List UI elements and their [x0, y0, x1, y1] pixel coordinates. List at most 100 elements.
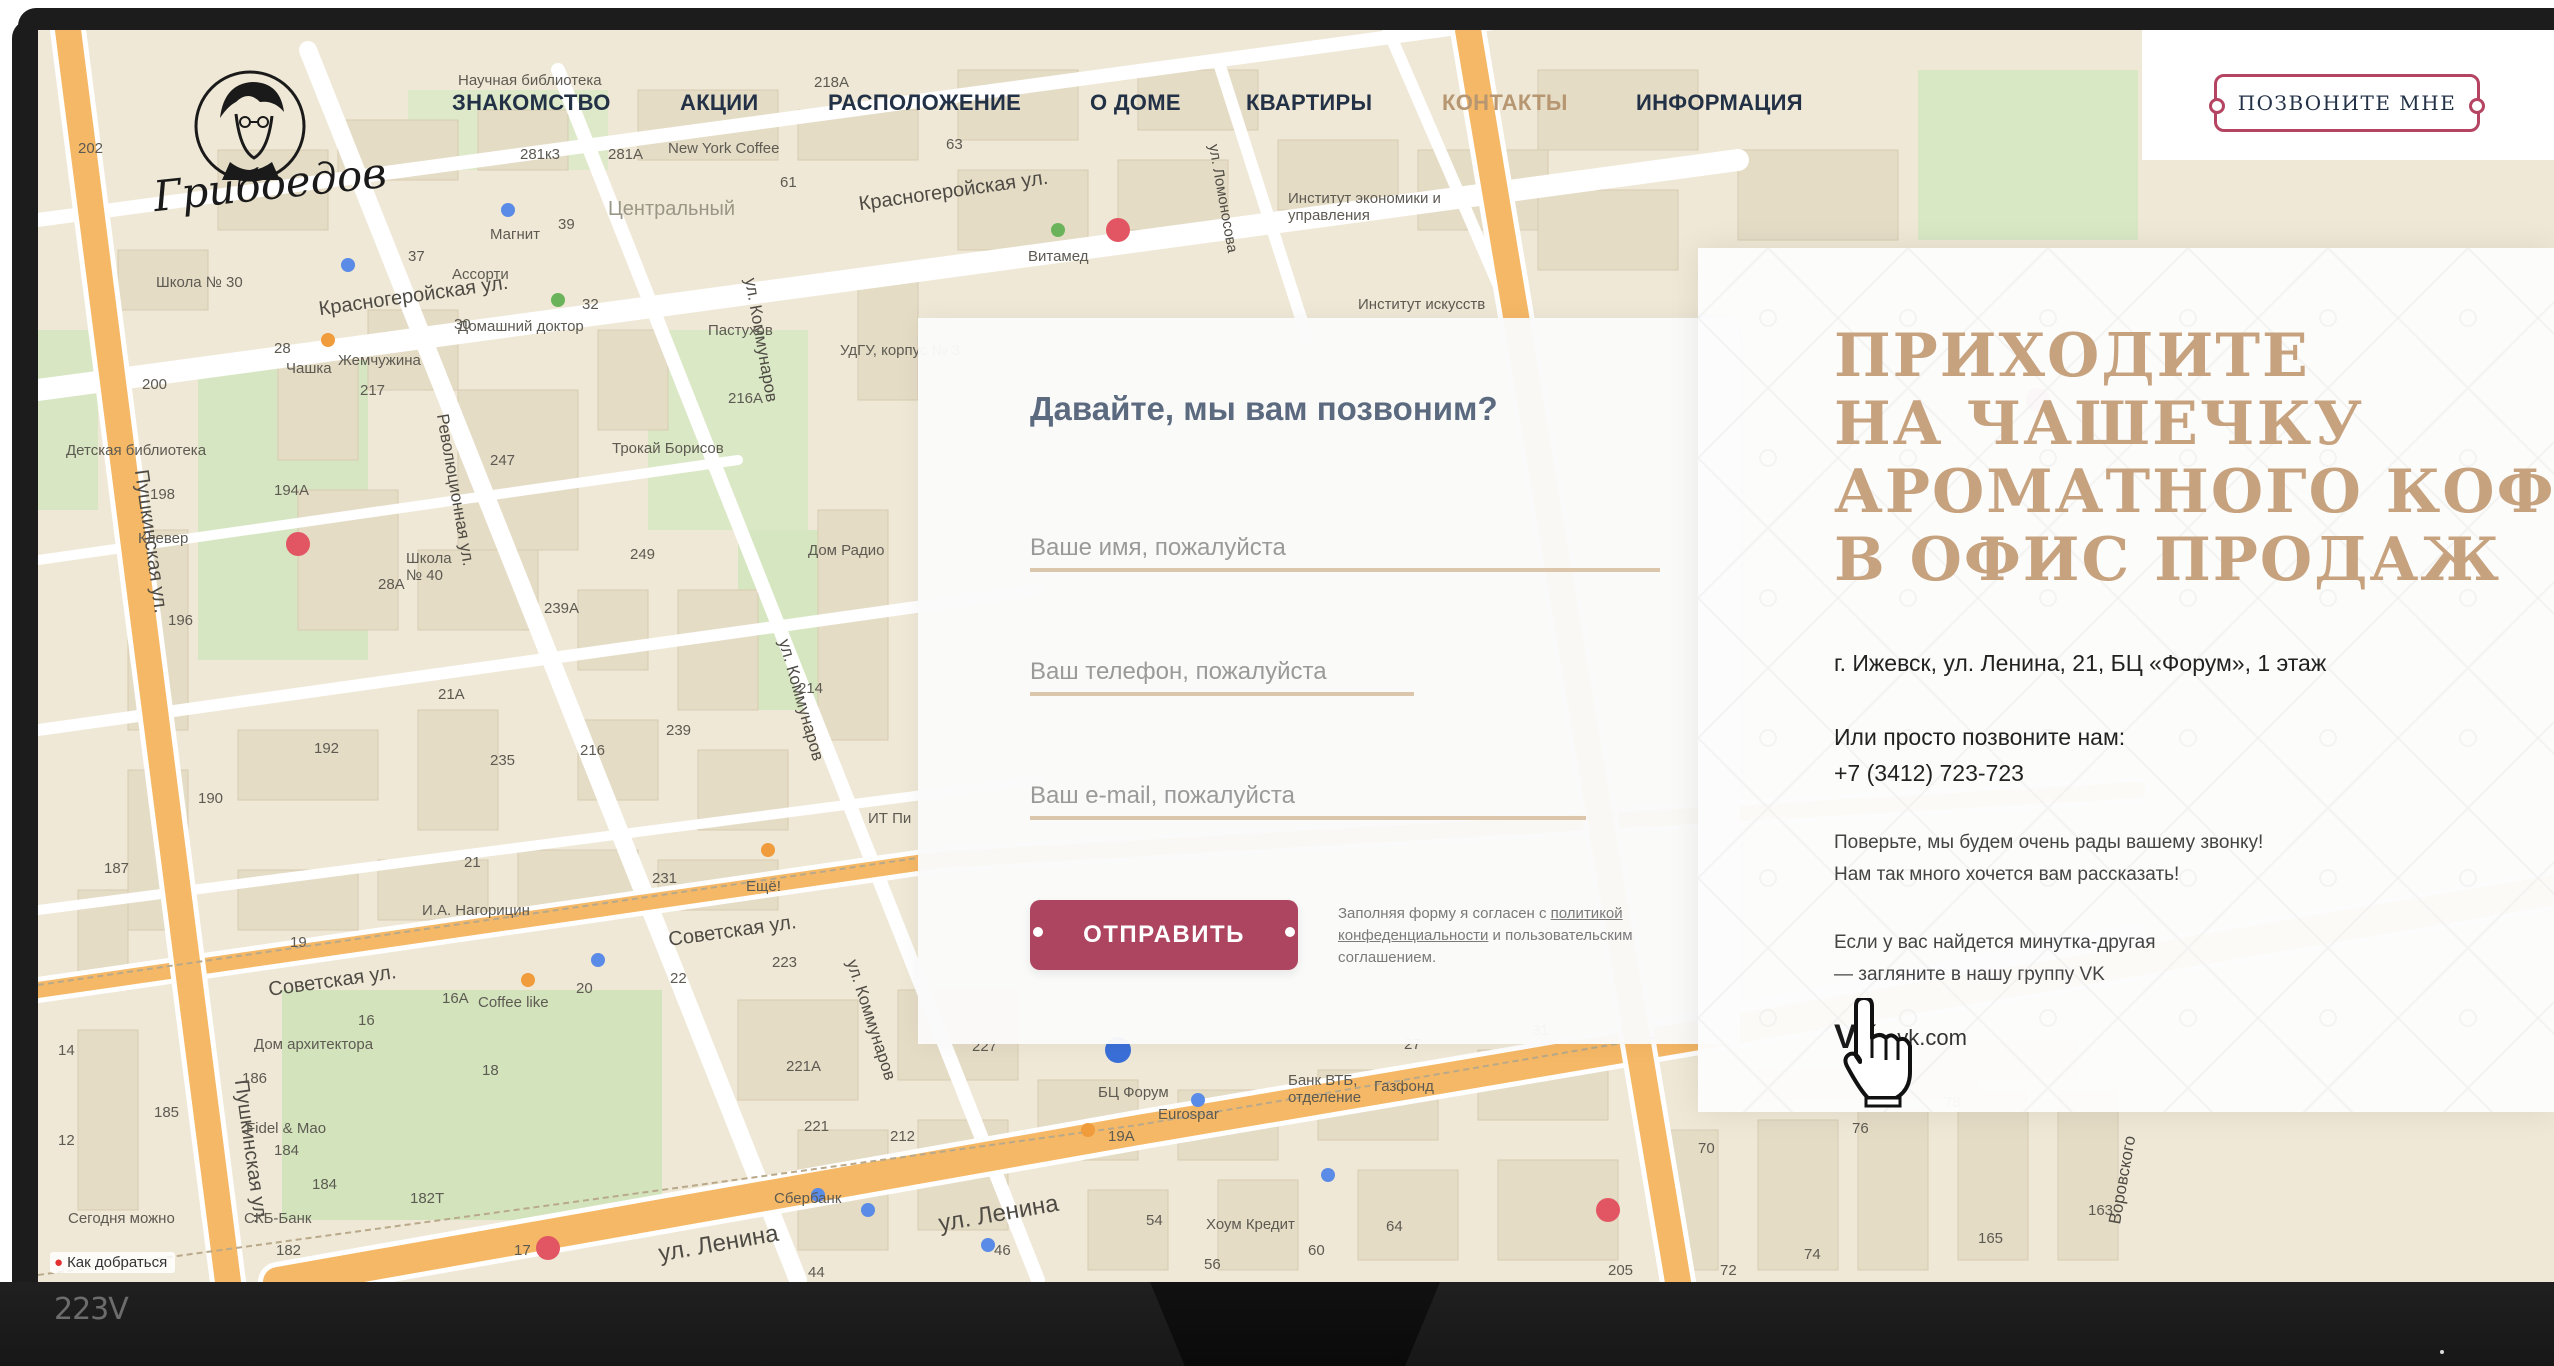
call-me-button[interactable]: ПОЗВОНИТЕ МНЕ	[2209, 74, 2485, 132]
building-number: 182	[276, 1242, 302, 1259]
building-number: 12	[58, 1132, 75, 1149]
monitor-bezel-left	[12, 20, 40, 1290]
building-number: 200	[142, 376, 168, 393]
map-poi-label: Сегодня можно	[68, 1210, 175, 1227]
building-number: 218A	[814, 74, 850, 91]
building-number: 221	[804, 1118, 830, 1135]
building-number: 185	[154, 1104, 180, 1121]
map-poi-label: Витамед	[1028, 248, 1089, 265]
building-number: 235	[490, 752, 516, 769]
office-info-panel: ПРИХОДИТЕ НА ЧАШЕЧКУ АРОМАТНОГО КОФЕ В О…	[1698, 248, 2554, 1112]
building-number: 194A	[274, 482, 310, 499]
building-number: 64	[1386, 1218, 1403, 1235]
name-input[interactable]	[1030, 534, 1660, 568]
building-number: 28	[274, 340, 291, 357]
building-number: 163	[2088, 1202, 2114, 1219]
building-number: 44	[808, 1264, 825, 1281]
email-input[interactable]	[1030, 782, 1586, 816]
submit-button[interactable]: ОТПРАВИТЬ	[1030, 900, 1298, 970]
map-poi-label: Институт искусств	[1358, 296, 1486, 313]
map-poi-label: СКБ-Банк	[244, 1210, 312, 1227]
building-number: 192	[314, 740, 340, 757]
location-pin-icon: ●	[54, 1254, 64, 1271]
building-number: 205	[1608, 1262, 1634, 1279]
map-poi-label: Дом архитектора	[254, 1036, 374, 1053]
map-poi-label: БЦ Форум	[1098, 1084, 1169, 1101]
building-number: 216A	[728, 390, 764, 407]
nav-item-contacts[interactable]: КОНТАКТЫ	[1442, 90, 1568, 116]
building-number: 17	[514, 1242, 531, 1259]
building-number: 231	[652, 870, 678, 887]
map-poi-label: Школа № 40	[406, 550, 452, 584]
building-number: 28A	[378, 576, 405, 593]
building-number: 249	[630, 546, 656, 563]
building-number: 239	[666, 722, 692, 739]
nav-item-apartments[interactable]: КВАРТИРЫ	[1246, 90, 1372, 116]
building-number: 76	[1852, 1120, 1869, 1137]
building-number: 37	[408, 248, 425, 265]
callback-form: Давайте, мы вам позвоним? ОТПРАВИТЬ Запо…	[918, 318, 1740, 1044]
nav-item-information[interactable]: ИНФОРМАЦИЯ	[1636, 90, 1803, 116]
building-number: 223	[772, 954, 798, 971]
vk-invite-text: Если у вас найдется минутка-другая	[1834, 932, 2156, 953]
building-number: 14	[58, 1042, 75, 1059]
nav-item-location[interactable]: РАСПОЛОЖЕНИЕ	[828, 90, 1021, 116]
building-number: 221A	[786, 1058, 822, 1075]
building-number: 16	[358, 1012, 375, 1029]
building-number: 19	[290, 934, 307, 951]
map-poi-label: Домашний доктор	[458, 318, 584, 335]
phone-number[interactable]: +7 (3412) 723-723	[1834, 760, 2024, 787]
map-poi-label: Coffee like	[478, 994, 549, 1011]
map-poi-label: Газфонд	[1374, 1078, 1434, 1095]
map-poi-label: Дом Радио	[808, 542, 885, 559]
nav-item-promotions[interactable]: АКЦИИ	[680, 90, 759, 116]
building-number: 21A	[438, 686, 465, 703]
building-number: 20	[576, 980, 593, 997]
building-number: 239A	[544, 600, 580, 617]
building-number: 21	[464, 854, 481, 871]
power-led-icon	[2440, 1350, 2444, 1354]
nav-item-about-house[interactable]: О ДОМЕ	[1090, 90, 1181, 116]
phone-field-wrapper	[1030, 658, 1414, 696]
map-poi-label: Сбербанк	[774, 1190, 842, 1207]
promo-text: Нам так много хочется вам рассказать!	[1834, 864, 2180, 885]
hand-cursor-icon	[1843, 998, 1912, 1108]
building-number: 22	[670, 970, 687, 987]
map-poi-label: Институт экономики и управления	[1288, 190, 1441, 224]
phone-input[interactable]	[1030, 658, 1414, 692]
call-prompt: Или просто позвоните нам:	[1834, 724, 2126, 750]
vk-invite-text: — загляните в нашу группу VK	[1834, 964, 2105, 985]
map-poi-label: Клевер	[138, 530, 189, 547]
how-to-get-there-button[interactable]: ● Как добраться	[50, 1252, 176, 1273]
building-number: 39	[558, 216, 575, 233]
email-input-underline	[1030, 816, 1586, 820]
name-field-wrapper	[1030, 534, 1660, 572]
map-poi-label: Ещё!	[746, 878, 781, 895]
building-number: 196	[168, 612, 194, 629]
building-number: 186	[242, 1070, 268, 1087]
building-number: 54	[1146, 1212, 1163, 1229]
building-number: 70	[1698, 1140, 1715, 1157]
building-number: 16A	[442, 990, 469, 1007]
monitor-stand	[1150, 1282, 1440, 1366]
building-number: 63	[946, 136, 963, 153]
building-number: 214	[798, 680, 824, 697]
name-input-underline	[1030, 568, 1660, 572]
browser-viewport: Пушкинская ул. Красногеройская ул. Красн…	[38, 30, 2554, 1282]
map-poi-label: ИТ Пи	[868, 810, 912, 827]
map-poi-label: Ассорти	[452, 266, 509, 283]
map-poi-label: Магнит	[490, 226, 541, 243]
office-address: г. Ижевск, ул. Ленина, 21, БЦ «Форум», 1…	[1834, 650, 2327, 676]
building-number: 19A	[1108, 1128, 1135, 1145]
building-number: 190	[198, 790, 224, 807]
map-poi-label: Трокай Борисов	[612, 440, 724, 457]
building-number: 61	[780, 174, 797, 191]
nav-item-acquaintance[interactable]: ЗНАКОМСТВО	[452, 90, 611, 116]
promo-text: Поверьте, мы будем очень рады вашему зво…	[1834, 832, 2264, 853]
building-number: 18	[482, 1062, 499, 1079]
building-number: 46	[994, 1242, 1011, 1259]
building-number: 182T	[410, 1190, 445, 1207]
building-number: 74	[1804, 1246, 1821, 1263]
email-field-wrapper	[1030, 782, 1586, 820]
building-number: 217	[360, 382, 386, 399]
